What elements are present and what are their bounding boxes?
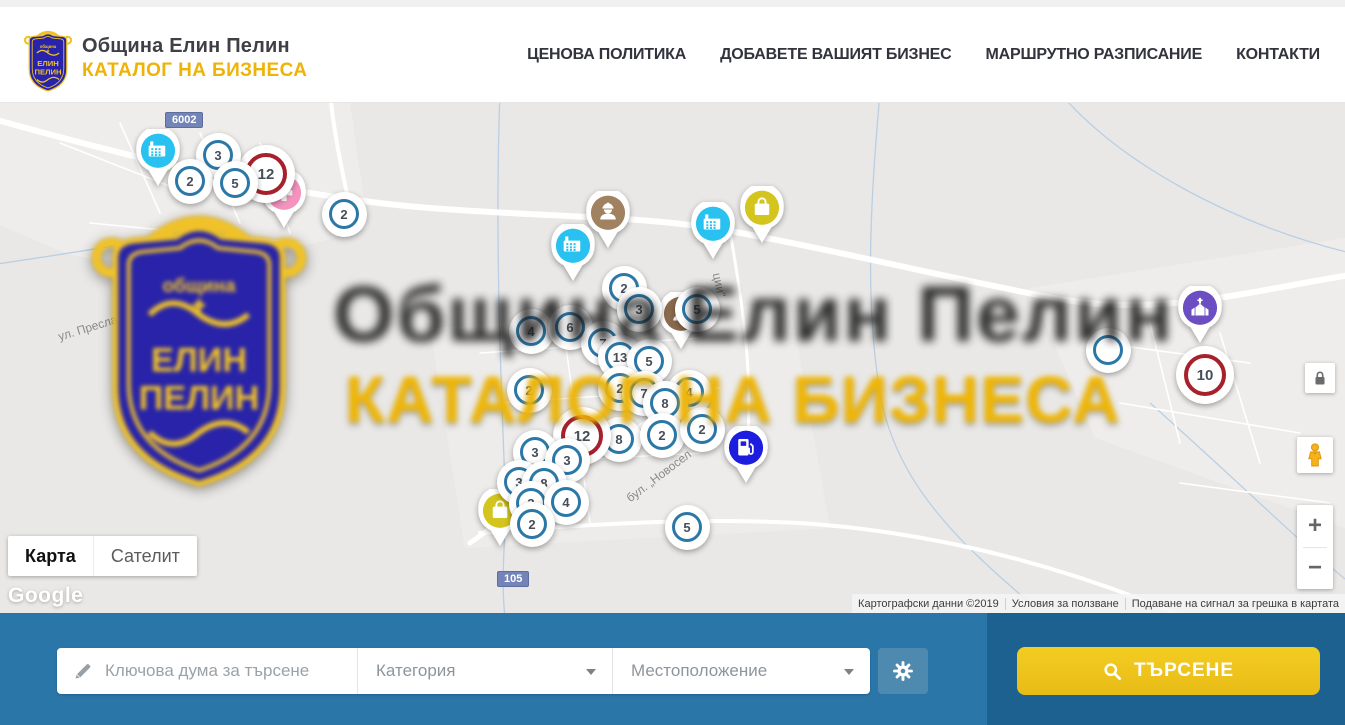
category-select-label: Категория xyxy=(376,661,455,681)
map-canvas[interactable]: ул. Преславбул. „Новоселции" 6002105 123… xyxy=(0,103,1345,613)
chevron-down-icon xyxy=(586,669,596,675)
page: община ЕЛИН ПЕЛИН Община Елин Пелин КАТА… xyxy=(0,0,1345,725)
nav-item-0[interactable]: ЦЕНОВА ПОЛИТИКА xyxy=(527,46,686,64)
municipality-crest-logo: община ЕЛИН ПЕЛИН xyxy=(22,30,74,94)
road-badge: 6002 xyxy=(165,112,203,128)
watermark-crest: община ЕЛИН ПЕЛИН xyxy=(85,212,313,497)
brand: Община Елин Пелин КАТАЛОГ НА БИЗНЕСА xyxy=(82,35,307,82)
search-button-label: ТЪРСЕНЕ xyxy=(1134,660,1234,682)
cluster-count: 5 xyxy=(231,176,238,191)
chevron-down-icon xyxy=(844,669,854,675)
map-type-satellite-button[interactable]: Сателит xyxy=(93,536,197,576)
road-badge: 105 xyxy=(497,571,529,587)
search-button[interactable]: ТЪРСЕНЕ xyxy=(1017,647,1320,695)
search-field-group: Категория Местоположение xyxy=(57,648,870,694)
cluster-count: 2 xyxy=(340,207,347,222)
search-bar: Категория Местоположение xyxy=(0,613,1345,725)
building-pin-marker[interactable] xyxy=(690,202,736,265)
cluster-count: 4 xyxy=(562,495,569,510)
map-type-map-button[interactable]: Карта xyxy=(8,536,93,576)
cluster-count: 3 xyxy=(563,453,570,468)
cluster-count: 10 xyxy=(1197,367,1214,384)
watermark-crest-line2: ПЕЛИН xyxy=(139,380,260,418)
cluster-marker[interactable]: 5 xyxy=(665,505,710,550)
zoom-in-button[interactable]: + xyxy=(1297,505,1333,547)
keyword-field-wrap xyxy=(57,648,357,694)
watermark-subtitle: КАТАЛОГ НА БИЗНЕСА xyxy=(345,361,1121,437)
location-select[interactable]: Местоположение xyxy=(612,648,870,694)
search-icon xyxy=(1103,662,1122,681)
location-select-label: Местоположение xyxy=(631,661,767,681)
brand-title: Община Елин Пелин xyxy=(82,35,307,58)
main-nav: ЦЕНОВА ПОЛИТИКА ДОБАВЕТЕ ВАШИЯТ БИЗНЕС МАР… xyxy=(527,7,1320,103)
gear-icon xyxy=(892,660,914,682)
map-type-control: Карта Сателит xyxy=(8,536,197,576)
bag-pin-marker[interactable] xyxy=(739,186,785,249)
terms-link[interactable]: Условия за ползване xyxy=(1005,598,1125,610)
advanced-settings-button[interactable] xyxy=(878,648,928,694)
cluster-marker[interactable]: 2 xyxy=(168,159,213,204)
nav-item-3[interactable]: КОНТАКТИ xyxy=(1236,46,1320,64)
cluster-count: 2 xyxy=(186,174,193,189)
zoom-out-button[interactable]: − xyxy=(1297,548,1333,590)
lock-icon xyxy=(1310,368,1330,388)
top-strip xyxy=(0,0,1345,7)
report-error-link[interactable]: Подаване на сигнал за грешка в картата xyxy=(1125,598,1345,610)
nav-item-2[interactable]: МАРШРУТНО РАЗПИСАНИЕ xyxy=(986,46,1203,64)
google-logo[interactable]: Google xyxy=(8,584,83,608)
zoom-control: + − xyxy=(1297,505,1333,589)
church-pin-marker[interactable] xyxy=(1177,286,1223,349)
map-attribution: Картографски данни ©2019 Условия за полз… xyxy=(852,594,1345,613)
header: община ЕЛИН ПЕЛИН Община Елин Пелин КАТА… xyxy=(0,7,1345,103)
cluster-marker[interactable]: 2 xyxy=(510,502,555,547)
cluster-count: 12 xyxy=(258,166,275,183)
lock-button[interactable] xyxy=(1305,363,1335,393)
cluster-count: 3 xyxy=(531,445,538,460)
crest-line1: ЕЛИН xyxy=(37,59,59,68)
cluster-count: 5 xyxy=(683,520,690,535)
brand-subtitle: КАТАЛОГ НА БИЗНЕСА xyxy=(82,60,307,82)
watermark-crest-line1: ЕЛИН xyxy=(151,342,247,380)
crest-small-text: община xyxy=(40,44,57,49)
pegman-icon xyxy=(1304,443,1326,467)
category-select[interactable]: Категория xyxy=(357,648,612,694)
cluster-marker[interactable]: 2 xyxy=(322,192,367,237)
pegman-button[interactable] xyxy=(1297,437,1333,473)
cluster-marker[interactable]: 10 xyxy=(1176,346,1234,404)
cluster-count: 3 xyxy=(214,148,221,163)
attribution-data: Картографски данни ©2019 xyxy=(852,598,1005,610)
pencil-icon xyxy=(73,661,93,681)
cluster-count: 2 xyxy=(528,517,535,532)
cluster-marker[interactable]: 5 xyxy=(213,161,258,206)
watermark-title: Община Елин Пелин xyxy=(333,268,1174,360)
watermark-crest-small-text: община xyxy=(162,276,236,297)
crest-line2: ПЕЛИН xyxy=(34,67,62,76)
keyword-search-input[interactable] xyxy=(105,661,345,681)
nav-item-1[interactable]: ДОБАВЕТЕ ВАШИЯТ БИЗНЕС xyxy=(720,46,951,64)
